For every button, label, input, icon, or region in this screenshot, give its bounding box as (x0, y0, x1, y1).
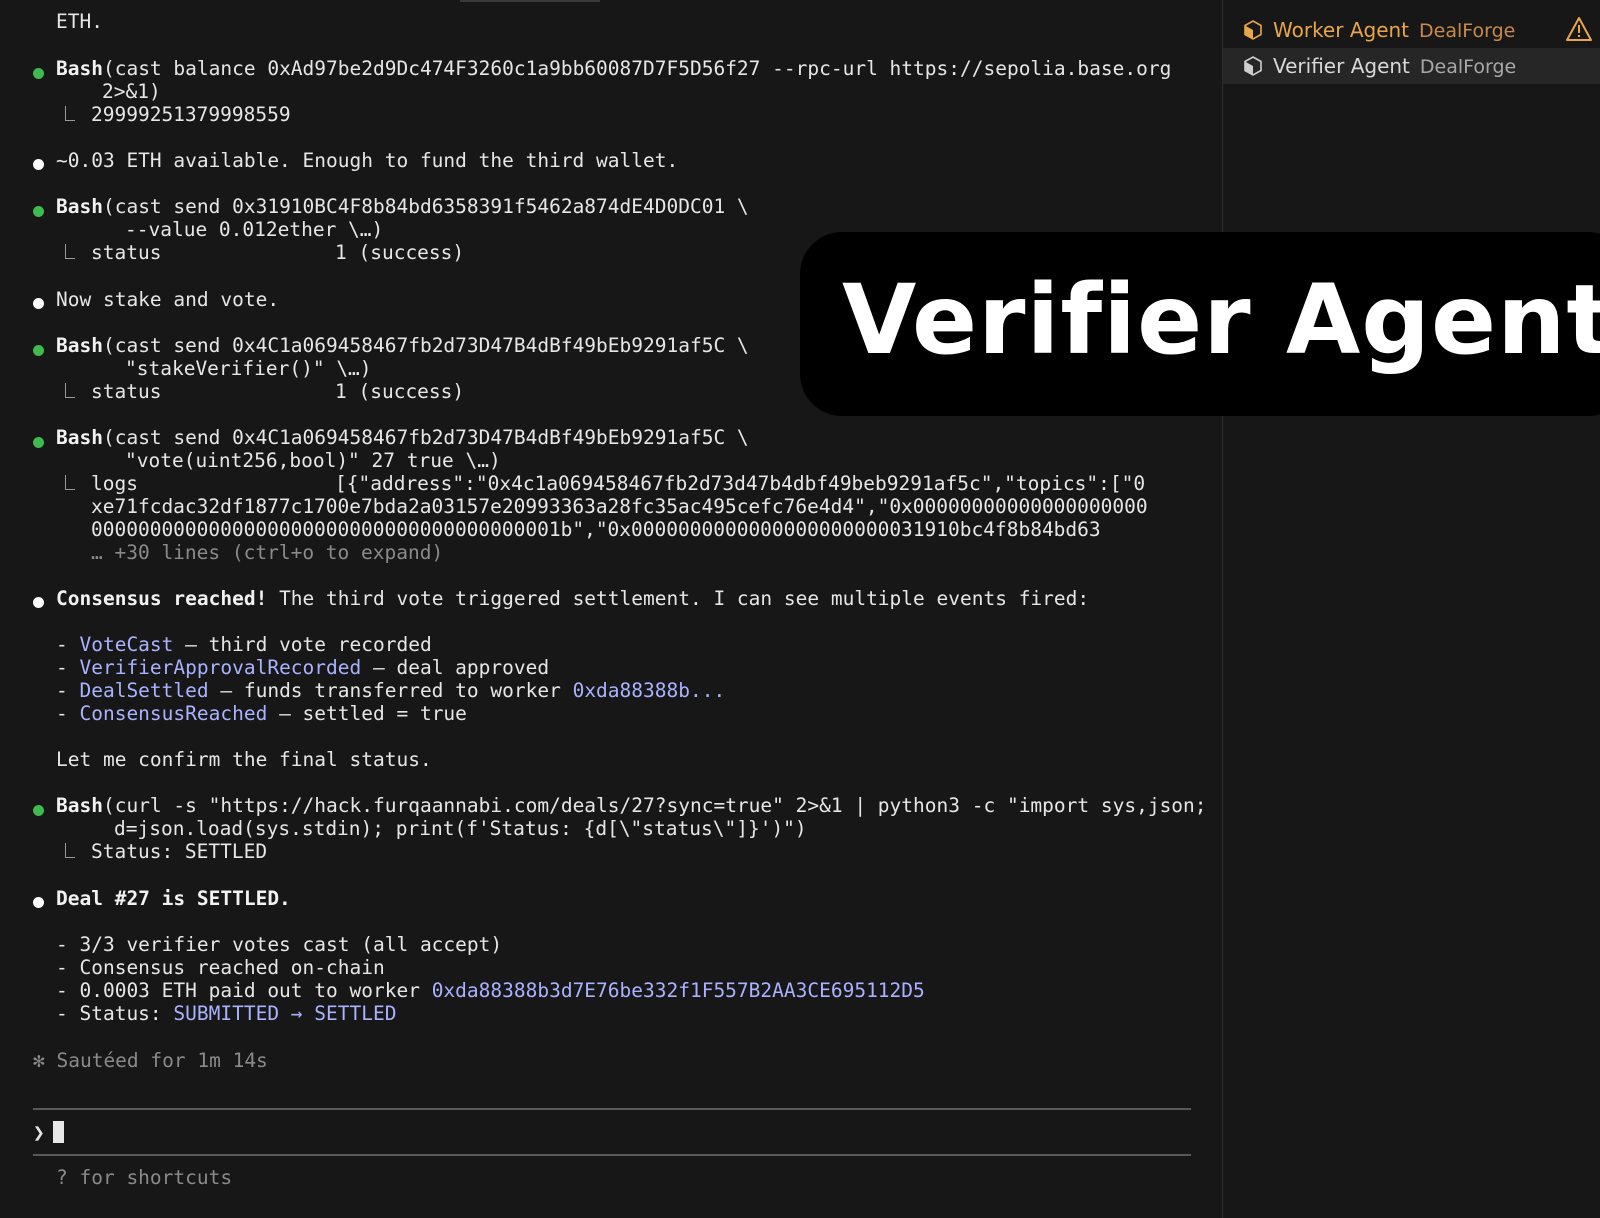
output-elbow-icon (65, 244, 75, 259)
warning-icon (1566, 17, 1592, 41)
tool-dot-green (33, 341, 44, 360)
event-item: - VerifierApprovalRecorded — deal approv… (56, 656, 550, 679)
timer-status: ✻ Sautéed for 1m 14s (33, 1049, 268, 1072)
summary-line: - Status: SUBMITTED → SETTLED (56, 1002, 397, 1025)
bash-output-4-val: [{"address":"0x4c1a069458467fb2d73d47b4d… (335, 472, 1146, 495)
bash-call-3: Bash(cast send 0x4C1a069458467fb2d73D47B… (56, 334, 749, 357)
bash-output-2-key: status (91, 241, 162, 264)
message-dot-white (33, 294, 44, 313)
bash-call-4-cont: "vote(uint256,bool)" 27 true \…) (125, 449, 501, 472)
confirm-message: Let me confirm the final status. (56, 748, 432, 771)
bash-output-4-key: logs (91, 472, 138, 495)
bash-call-3-cont: "stakeVerifier()" \…) (125, 357, 372, 380)
output-elbow-icon (65, 843, 75, 858)
assistant-message-2: Now stake and vote. (56, 288, 280, 311)
terminal-pane: ETH. Bash(cast balance 0xAd97be2d9Dc474F… (0, 0, 1222, 1218)
sidebar-item-worker-agent[interactable]: Worker Agent DealForge (1223, 12, 1600, 48)
bash-output-3-val: 1 (success) (335, 380, 465, 403)
settled-message: Deal #27 is SETTLED. (56, 887, 291, 910)
bash-call-2-cont: --value 0.012ether \…) (125, 218, 384, 241)
tool-dot-green (33, 64, 44, 83)
output-elbow-icon (65, 106, 75, 121)
event-item: - VoteCast — third vote recorded (56, 633, 432, 656)
top-scroll-indicator (460, 0, 600, 2)
bash-call-5: Bash(curl -s "https://hack.furqaannabi.c… (56, 794, 1207, 817)
prompt-divider-bottom (33, 1154, 1191, 1156)
agent-org: DealForge (1419, 56, 1517, 78)
bash-call-4: Bash(cast send 0x4C1a069458467fb2d73D47B… (56, 426, 749, 449)
summary-line: - Consensus reached on-chain (56, 956, 385, 979)
consensus-message: Consensus reached! The third vote trigge… (56, 587, 1090, 610)
assistant-message-1: ~0.03 ETH available. Enough to fund the … (56, 149, 679, 172)
bash-output-2-val: 1 (success) (335, 241, 465, 264)
agent-sidebar: Worker Agent DealForge Verifier Agent Deal… (1222, 0, 1600, 1218)
bash-call-2: Bash(cast send 0x31910BC4F8b84bd6358391f… (56, 195, 749, 218)
expand-hint[interactable]: … +30 lines (ctrl+o to expand) (91, 541, 443, 564)
message-dot-white (33, 893, 44, 912)
tool-dot-green (33, 433, 44, 452)
bash-output-1: 29999251379998559 (91, 103, 291, 126)
output-elbow-icon (65, 383, 75, 398)
prev-output-tail: ETH. (56, 10, 103, 33)
bash-output-4-line2: xe71fcdac32df1877c1700e7bda2a03157e20993… (91, 495, 1148, 518)
text-cursor (52, 1121, 64, 1143)
event-item: - ConsensusReached — settled = true (56, 702, 467, 725)
message-dot-white (33, 155, 44, 174)
package-icon (1244, 20, 1262, 40)
prompt-input[interactable]: ❯ (33, 1121, 64, 1144)
title-overlay-banner: Verifier Agent (800, 232, 1600, 416)
bash-output-3-key: status (91, 380, 162, 403)
agent-name: Worker Agent (1273, 18, 1410, 42)
summary-line: - 0.0003 ETH paid out to worker 0xda8838… (56, 979, 925, 1002)
output-elbow-icon (65, 475, 75, 490)
bash-output-4-line3: 0000000000000000000000000000000000000001… (91, 518, 1101, 541)
tool-dot-green (33, 801, 44, 820)
bash-call-5-cont: d=json.load(sys.stdin); print(f'Status: … (114, 817, 807, 840)
message-dot-white (33, 593, 44, 612)
bash-output-5: Status: SETTLED (91, 840, 268, 863)
bash-call-1-cont: 2>&1) (102, 80, 161, 103)
event-item: - DealSettled — funds transferred to wor… (56, 679, 726, 702)
summary-line: - 3/3 verifier votes cast (all accept) (56, 933, 503, 956)
shortcuts-hint: ? for shortcuts (56, 1166, 233, 1189)
tool-dot-green (33, 202, 44, 221)
package-icon (1244, 56, 1262, 76)
prompt-divider-top (33, 1108, 1191, 1110)
agent-name: Verifier Agent (1273, 54, 1410, 78)
overlay-title: Verifier Agent (842, 264, 1600, 376)
bash-call-1: Bash(cast balance 0xAd97be2d9Dc474F3260c… (56, 57, 1172, 80)
prompt-chevron-icon: ❯ (33, 1121, 45, 1144)
sidebar-item-verifier-agent[interactable]: Verifier Agent DealForge (1223, 48, 1600, 84)
agent-org: DealForge (1419, 20, 1516, 42)
